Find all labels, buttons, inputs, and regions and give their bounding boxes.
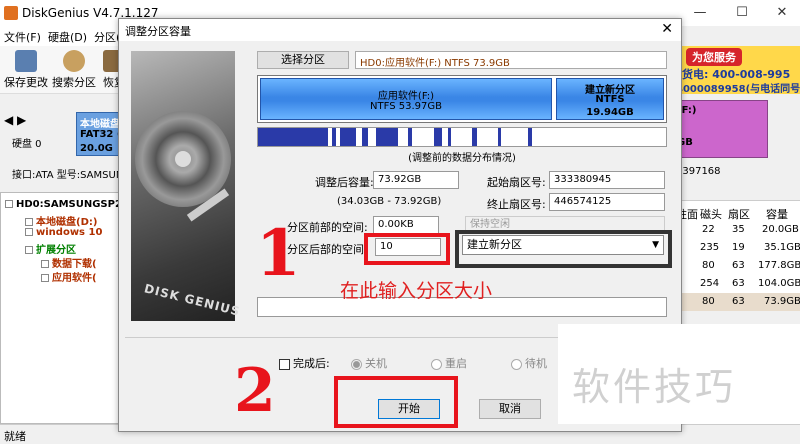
before-space-input[interactable]: 0.00KB	[373, 216, 439, 234]
tree-node-windows10[interactable]: windows 10	[25, 227, 102, 238]
annotation-number-1: 1	[256, 216, 301, 291]
expand-icon[interactable]	[41, 274, 49, 282]
expand-icon[interactable]	[41, 260, 49, 268]
watermark: 软件技巧	[572, 365, 737, 409]
status-text: 就绪	[4, 430, 26, 443]
new-size-input[interactable]: 73.92GB	[373, 171, 459, 189]
tree-node-disk[interactable]: HD0:SAMSUNGSP2	[5, 199, 122, 210]
radio-icon	[511, 358, 522, 370]
hard-disk-image: DISK GENIUS	[131, 51, 242, 321]
start-sector-input[interactable]: 333380945	[549, 171, 665, 189]
table-row[interactable]: 18063177.8GB	[672, 257, 800, 275]
select-partition-button[interactable]: 选择分区	[257, 51, 349, 69]
new-size-label: 调整后容量:	[315, 176, 374, 189]
annotation-start-highlight	[334, 376, 458, 428]
menu-disk[interactable]: 硬盘(D)	[48, 29, 87, 45]
expand-icon[interactable]	[25, 228, 33, 236]
segment-app-software[interactable]: 应用软件(F:) NTFS 53.97GB	[260, 78, 552, 120]
annotation-number-2: 2	[234, 356, 276, 426]
sector-readout: 8397168	[676, 166, 721, 177]
radio-shutdown[interactable]: 关机	[351, 355, 387, 371]
annotation-text: 在此输入分区大小	[340, 280, 493, 302]
save-changes-button[interactable]: 保存更改	[4, 48, 48, 92]
nav-arrows-icon[interactable]: ◀ ▶	[4, 113, 26, 127]
right-partition-block[interactable]: (F:) GB	[672, 100, 768, 158]
map-caption: (调整前的数据分布情况)	[408, 153, 516, 164]
size-range-hint: (34.03GB - 73.92GB)	[337, 196, 442, 207]
hdd-brand-text: DISK GENIUS	[142, 281, 242, 319]
col-capacity[interactable]: 容量	[766, 206, 788, 222]
col-sector[interactable]: 扇区	[728, 206, 750, 222]
tree-node-extended[interactable]: 扩展分区	[25, 241, 76, 256]
menu-file[interactable]: 文件(F)	[4, 29, 41, 45]
annotation-input-highlight	[364, 233, 450, 265]
interface-info: 接口:ATA 型号:SAMSUNG	[12, 170, 132, 181]
collapse-icon[interactable]	[25, 246, 33, 254]
app-logo-icon	[4, 6, 18, 20]
tree-node-app-software[interactable]: 应用软件(	[41, 269, 97, 284]
table-row-selected[interactable]: 1806373.9GB	[672, 293, 800, 311]
end-sector-input[interactable]: 446574125	[549, 193, 665, 211]
minimize-icon[interactable]: —	[690, 4, 710, 22]
table-row[interactable]: 22351935.1GB	[672, 239, 800, 257]
dialog-title-bar: 调整分区容量 ✕	[119, 19, 681, 41]
dialog-title: 调整分区容量	[125, 25, 191, 38]
start-sector-label: 起始扇区号:	[487, 176, 546, 189]
magnifier-icon	[63, 50, 85, 72]
table-row[interactable]: 125463104.0GB	[672, 275, 800, 293]
radio-icon	[431, 358, 442, 370]
annotation-select-highlight	[455, 230, 672, 268]
maximize-icon[interactable]: ☐	[732, 4, 752, 22]
partition-table: 柱面 磁头 扇区 容量 1223520.0GB 22351935.1GB 180…	[672, 200, 800, 311]
disk-label: 硬盘 0	[12, 139, 42, 150]
partition-layout-map: 应用软件(F:) NTFS 53.97GB 建立新分区 NTFS 19.94GB	[257, 75, 667, 123]
search-partition-button[interactable]: 搜索分区	[52, 48, 96, 92]
expand-icon[interactable]	[25, 218, 33, 226]
radio-restart[interactable]: 重启	[431, 355, 467, 371]
dialog-close-icon[interactable]: ✕	[661, 21, 673, 37]
when-finished-checkbox[interactable]: 完成后:	[279, 355, 330, 371]
partition-tree: HD0:SAMSUNGSP2 本地磁盘(D:) windows 10 扩展分区 …	[0, 192, 122, 424]
checkbox-icon	[279, 358, 290, 370]
col-head[interactable]: 磁头	[700, 206, 722, 222]
tree-node-local-d[interactable]: 本地磁盘(D:)	[25, 213, 97, 228]
ad-banner[interactable]: 为您服务 货电: 400-008-995 4000089958(与电话同号	[672, 46, 800, 95]
tree-node-data-download[interactable]: 数据下载(	[41, 255, 97, 270]
table-row[interactable]: 1223520.0GB	[672, 221, 800, 239]
radio-standby[interactable]: 待机	[511, 355, 547, 371]
toolbar: 保存更改 搜索分区 恢复	[0, 46, 130, 94]
selected-partition-info: HD0:应用软件(F:) NTFS 73.9GB	[355, 51, 667, 69]
segment-new-partition[interactable]: 建立新分区 NTFS 19.94GB	[556, 78, 664, 120]
menu-bar: 文件(F) 硬盘(D) 分区(	[0, 26, 130, 46]
collapse-icon[interactable]	[5, 200, 13, 208]
radio-icon	[351, 358, 362, 370]
save-icon	[15, 50, 37, 72]
menu-partition[interactable]: 分区(	[94, 29, 120, 45]
end-sector-label: 终止扇区号:	[487, 198, 546, 211]
cancel-button[interactable]: 取消	[479, 399, 541, 419]
data-distribution-bar	[257, 127, 667, 147]
close-icon[interactable]: ✕	[772, 4, 792, 22]
